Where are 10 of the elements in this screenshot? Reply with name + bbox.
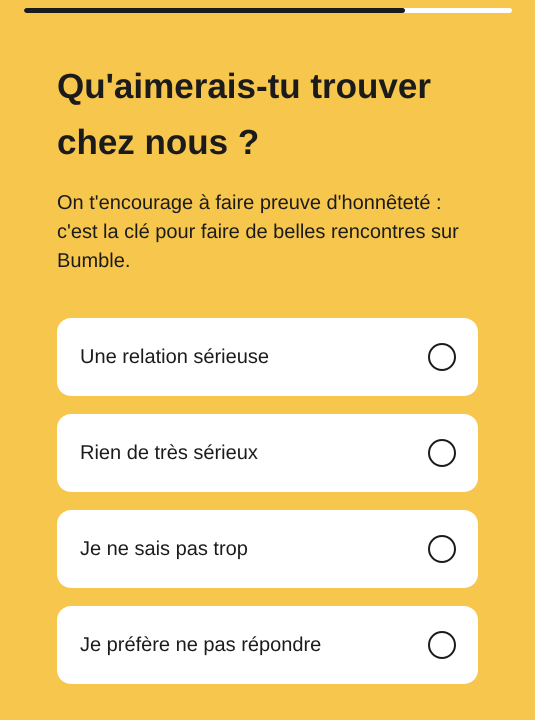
radio-button[interactable] xyxy=(428,343,456,371)
radio-button[interactable] xyxy=(428,439,456,467)
option-button[interactable]: Je préfère ne pas répondre xyxy=(57,606,478,684)
option-button[interactable]: Une relation sérieuse xyxy=(57,318,478,396)
option-button[interactable]: Rien de très sérieux xyxy=(57,414,478,492)
radio-button[interactable] xyxy=(428,535,456,563)
radio-button[interactable] xyxy=(428,631,456,659)
option-button[interactable]: Je ne sais pas trop xyxy=(57,510,478,588)
description: On t'encourage à faire preuve d'honnêteté : c'est la clé pour faire de belles rencontres sur Bumble. xyxy=(57,191,460,274)
heading: Qu'aimerais-tu trouver chez nous ? xyxy=(57,66,432,164)
